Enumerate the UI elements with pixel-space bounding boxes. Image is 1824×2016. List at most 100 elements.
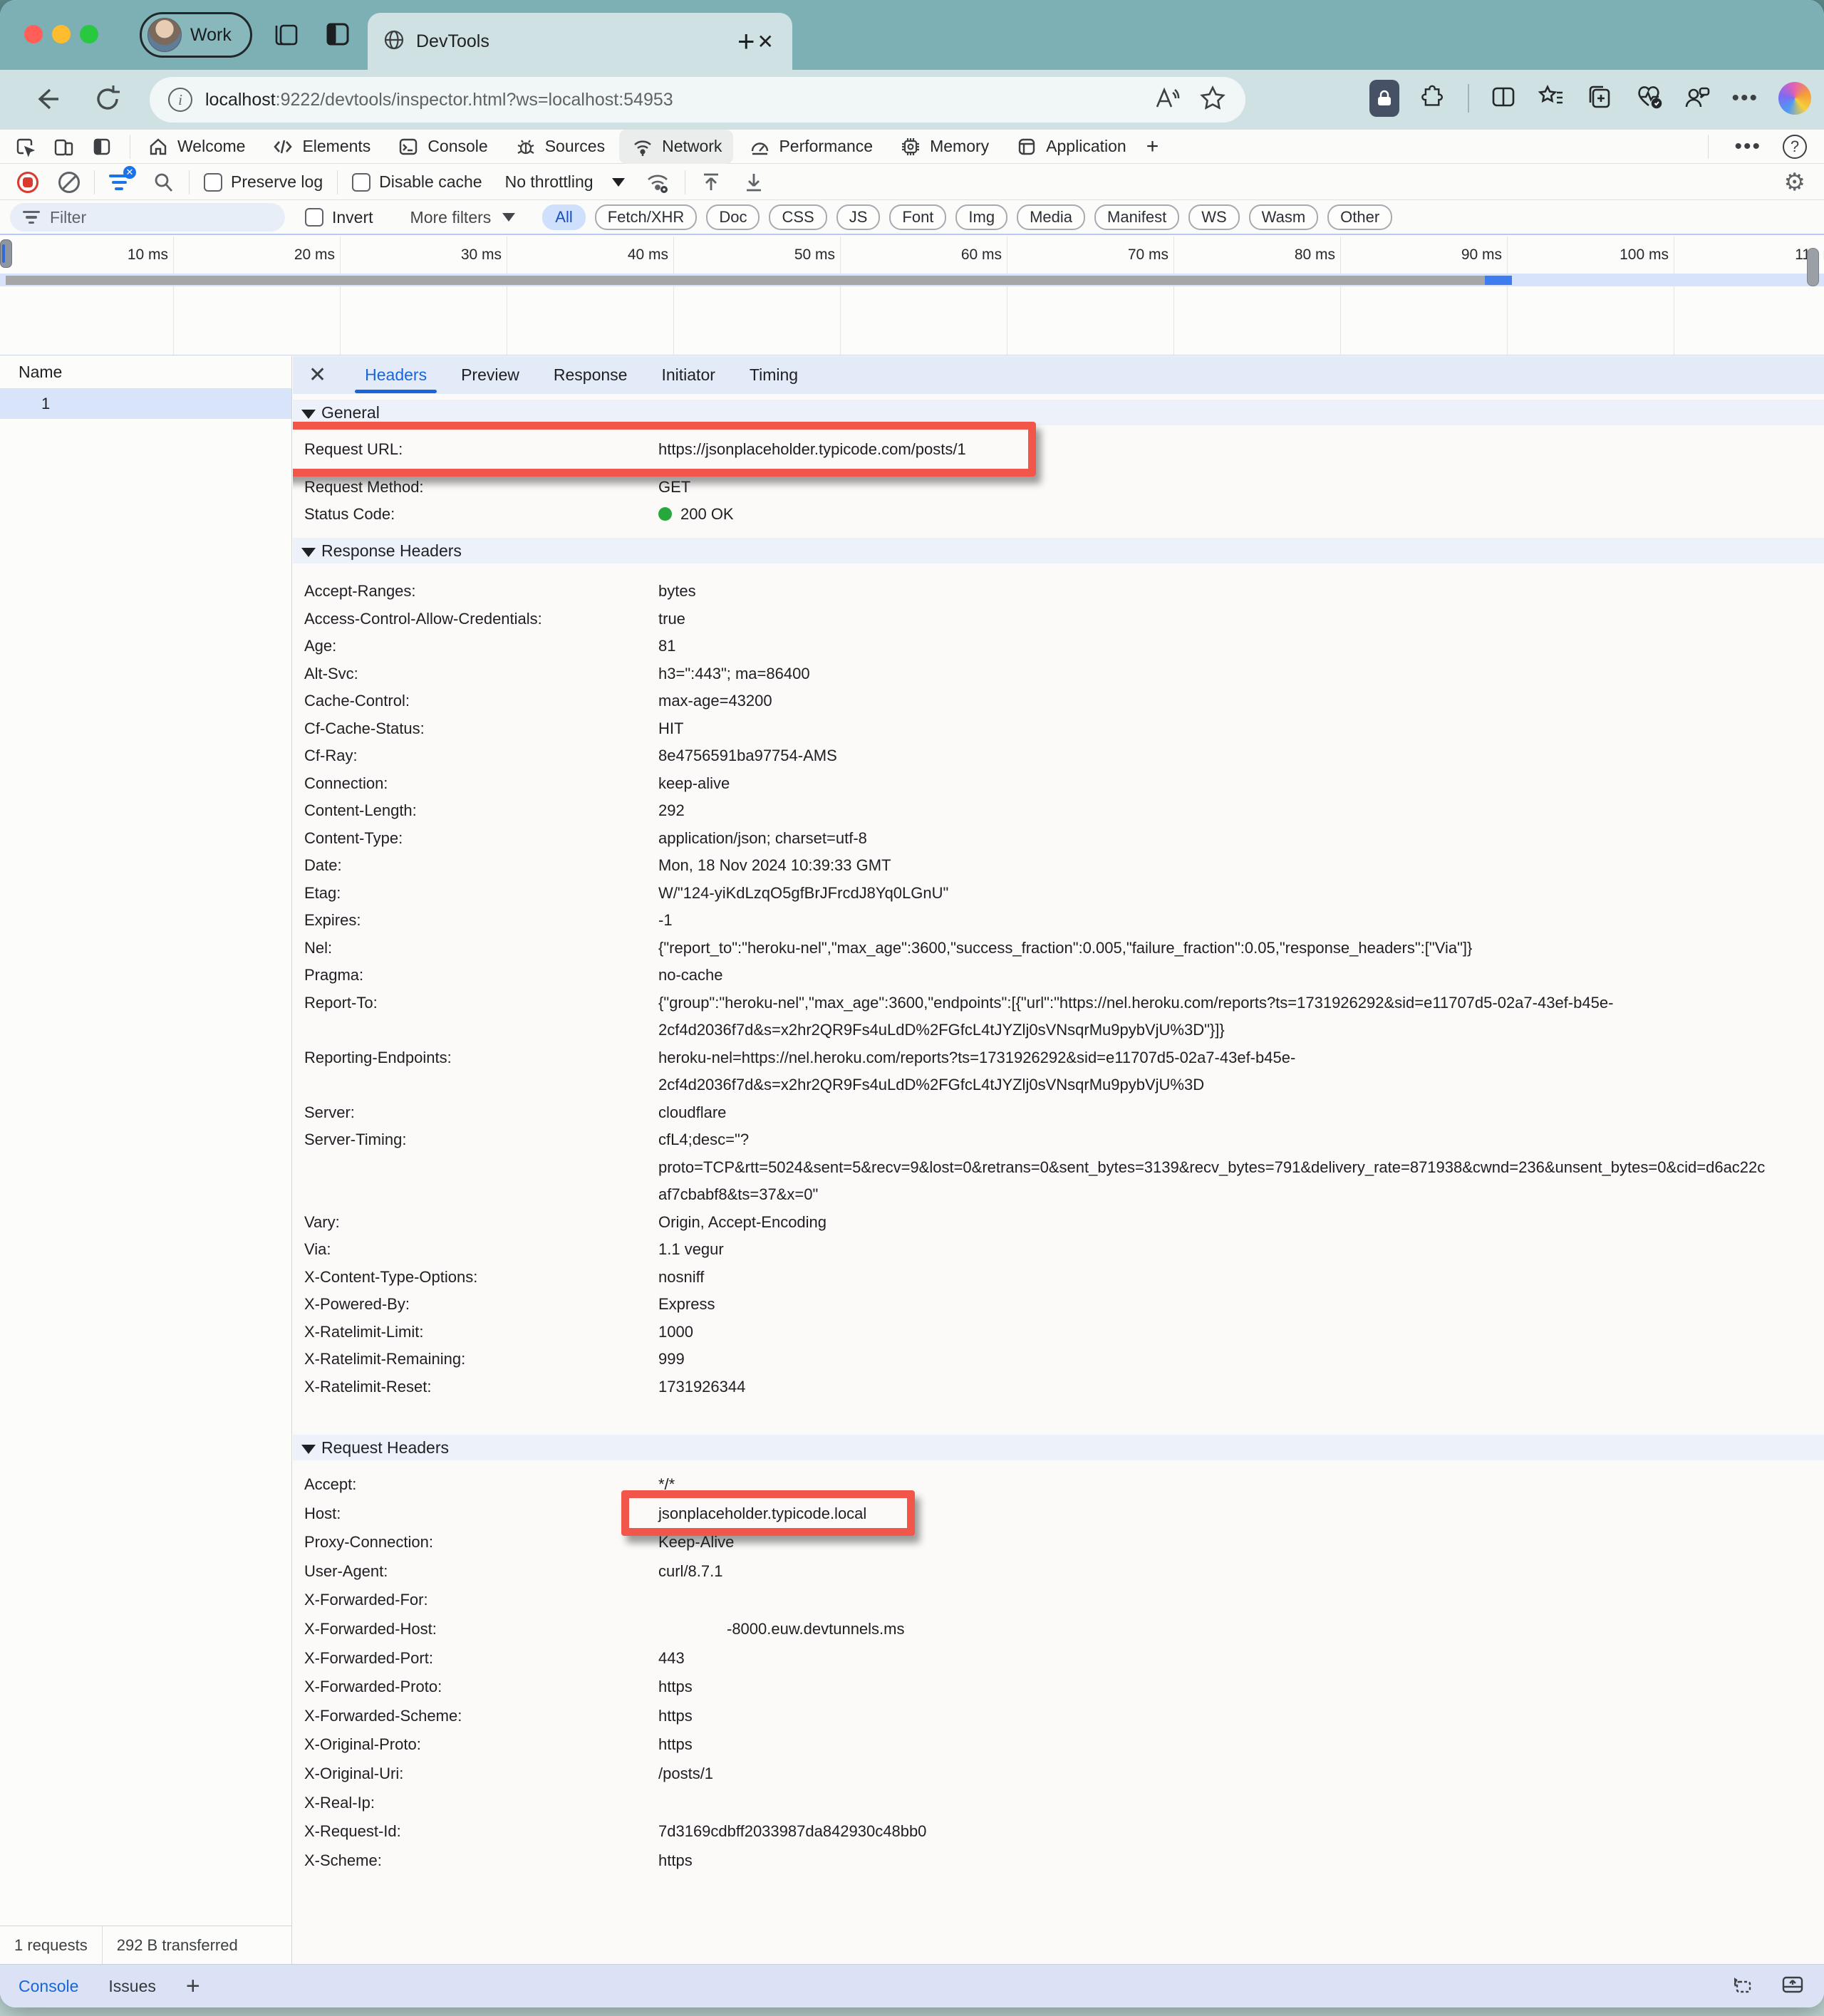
workspaces-icon[interactable]: [272, 19, 304, 50]
split-screen-icon[interactable]: [1489, 83, 1518, 115]
password-lock-icon[interactable]: [1369, 80, 1399, 117]
tab-welcome[interactable]: Welcome: [135, 130, 256, 164]
drawer-tab-issues[interactable]: Issues: [108, 1977, 155, 1996]
traffic-light-minimize[interactable]: [52, 25, 71, 43]
help-icon[interactable]: ?: [1783, 135, 1807, 159]
overview-drag-handle[interactable]: [0, 239, 12, 268]
filter-type-media[interactable]: Media: [1017, 204, 1085, 230]
reload-icon[interactable]: [91, 83, 124, 119]
network-overview[interactable]: 10 ms20 ms30 ms40 ms50 ms60 ms70 ms80 ms…: [0, 237, 1824, 355]
filter-input[interactable]: Filter: [10, 203, 285, 232]
copilot-icon[interactable]: [1778, 82, 1811, 115]
record-button[interactable]: [17, 172, 38, 193]
section-request-headers[interactable]: Request Headers: [293, 1435, 1824, 1460]
filter-type-other[interactable]: Other: [1327, 204, 1392, 230]
header-row: Reporting-Endpoints:heroku-nel=https://n…: [293, 1044, 1824, 1099]
more-menu-icon[interactable]: •••: [1731, 86, 1758, 110]
disable-cache-checkbox[interactable]: Disable cache: [352, 172, 482, 192]
tab-initiator[interactable]: Initiator: [660, 358, 716, 392]
device-toolbar-icon[interactable]: [51, 135, 76, 159]
read-aloud-icon[interactable]: [1151, 84, 1180, 116]
tab-performance[interactable]: Performance: [736, 130, 884, 164]
tab-console[interactable]: Console: [385, 130, 499, 164]
back-icon[interactable]: [30, 83, 63, 119]
tab-application[interactable]: Application: [1003, 130, 1138, 164]
header-value: nosniff: [658, 1264, 1770, 1292]
search-icon[interactable]: [152, 171, 175, 194]
section-general[interactable]: General: [293, 400, 1824, 425]
header-value: h3=":443"; ma=86400: [658, 660, 1770, 688]
inspect-icon[interactable]: [13, 135, 37, 159]
customize-devtools-icon[interactable]: •••: [1734, 135, 1761, 159]
tab-elements[interactable]: Elements: [259, 130, 382, 164]
export-har-icon[interactable]: [742, 171, 765, 194]
browser-tab-devtools[interactable]: DevTools ✕: [368, 13, 792, 70]
filter-type-wasm[interactable]: Wasm: [1249, 204, 1319, 230]
filter-type-all[interactable]: All: [542, 204, 585, 230]
traffic-light-close[interactable]: [24, 25, 43, 43]
filter-type-manifest[interactable]: Manifest: [1094, 204, 1179, 230]
settings-gear-icon[interactable]: ⚙: [1784, 168, 1805, 197]
filter-type-font[interactable]: Font: [889, 204, 946, 230]
filter-type-doc[interactable]: Doc: [706, 204, 760, 230]
feedback-icon[interactable]: [1683, 83, 1711, 115]
filter-toggle-icon[interactable]: ✕: [109, 172, 132, 193]
vertical-tabs-icon[interactable]: [322, 19, 353, 50]
filter-type-css[interactable]: CSS: [769, 204, 826, 230]
preserve-log-checkbox[interactable]: Preserve log: [204, 172, 323, 192]
import-har-icon[interactable]: [700, 171, 722, 194]
tab-response[interactable]: Response: [552, 358, 629, 392]
section-response-headers[interactable]: Response Headers: [293, 538, 1824, 563]
header-value: max-age=43200: [658, 687, 1770, 715]
tab-timing[interactable]: Timing: [748, 358, 799, 392]
favorites-list-icon[interactable]: [1538, 83, 1566, 115]
throttling-select[interactable]: No throttling: [502, 172, 625, 192]
new-tab-button[interactable]: +: [737, 27, 755, 56]
profile-button[interactable]: Work: [140, 12, 252, 58]
filter-type-img[interactable]: Img: [955, 204, 1007, 230]
column-header-name[interactable]: Name: [0, 356, 291, 389]
filter-placeholder: Filter: [50, 208, 86, 227]
header-value: */*: [658, 1470, 1770, 1500]
header-row: X-Request-Id:7d3169cdbff2033987da842930c…: [293, 1817, 1824, 1846]
filter-type-js[interactable]: JS: [836, 204, 881, 230]
dock-side-icon[interactable]: [90, 135, 114, 159]
filter-type-fetch[interactable]: Fetch/XHR: [595, 204, 698, 230]
collections-icon[interactable]: [1586, 83, 1615, 115]
traffic-light-zoom[interactable]: [80, 25, 98, 43]
drawer-expand-icon[interactable]: [1780, 1972, 1805, 2001]
tab-network[interactable]: Network: [619, 130, 733, 164]
header-value: {"report_to":"heroku-nel","max_age":3600…: [658, 935, 1770, 962]
header-value: 1731926344: [658, 1373, 1770, 1401]
drawer-add-tab-button[interactable]: +: [186, 1973, 200, 2000]
header-value: -8000.euw.devtunnels.ms: [658, 1615, 1770, 1644]
favorite-star-icon[interactable]: [1198, 84, 1227, 116]
clear-button[interactable]: [58, 172, 80, 193]
tab-close-icon[interactable]: ✕: [757, 30, 774, 53]
drawer-tab-console[interactable]: Console: [19, 1977, 78, 1996]
header-row: Vary:Origin, Accept-Encoding: [293, 1209, 1824, 1237]
network-conditions-icon[interactable]: [645, 170, 670, 195]
browser-essentials-icon[interactable]: [1634, 83, 1663, 115]
site-info-icon[interactable]: i: [168, 88, 192, 112]
invert-checkbox[interactable]: Invert: [305, 208, 373, 227]
request-row-selected[interactable]: 1: [0, 389, 291, 419]
address-bar[interactable]: i localhost:9222/devtools/inspector.html…: [150, 77, 1245, 123]
tab-preview[interactable]: Preview: [460, 358, 521, 392]
tab-headers[interactable]: Headers: [363, 358, 428, 392]
drawer-restore-icon[interactable]: [1729, 1972, 1754, 2001]
waterfall-bar[interactable]: [6, 276, 1485, 285]
header-value: https: [658, 1846, 1770, 1876]
url-text[interactable]: localhost:9222/devtools/inspector.html?w…: [205, 90, 1139, 110]
overview-scrollbar-thumb[interactable]: [1807, 248, 1819, 286]
filter-type-ws[interactable]: WS: [1188, 204, 1239, 230]
requests-table: Name 1: [0, 356, 292, 1926]
more-tools-button[interactable]: +: [1141, 135, 1165, 159]
extensions-icon[interactable]: [1419, 83, 1448, 115]
close-details-icon[interactable]: ✕: [309, 363, 326, 388]
tab-memory[interactable]: Memory: [887, 130, 1000, 164]
funnel-icon: [23, 208, 40, 227]
more-filters-button[interactable]: More filters: [402, 208, 516, 227]
header-row: Report-To:{"group":"heroku-nel","max_age…: [293, 989, 1824, 1044]
tab-sources[interactable]: Sources: [502, 130, 616, 164]
